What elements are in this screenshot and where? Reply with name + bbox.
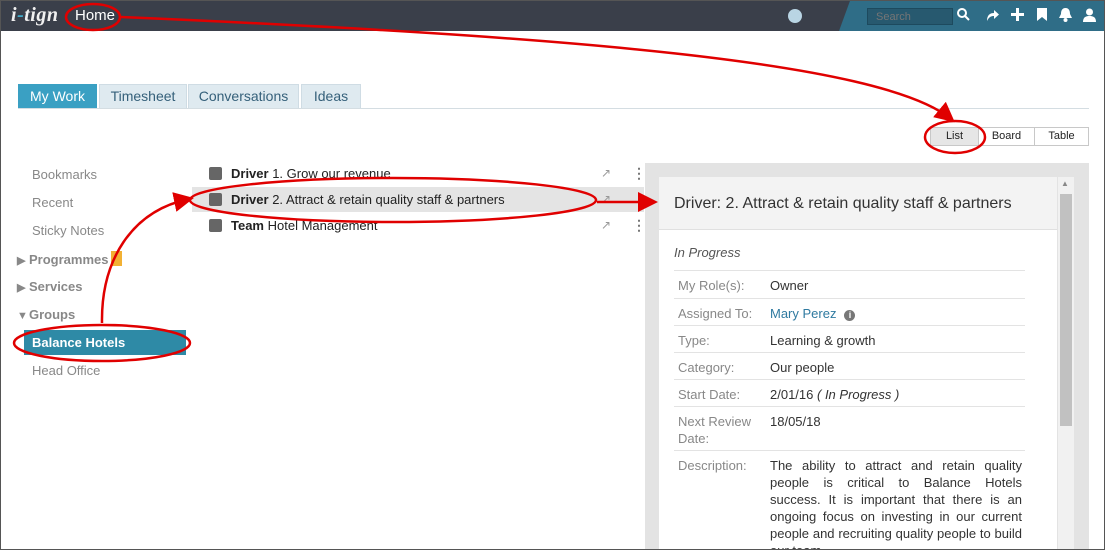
plus-icon[interactable] [1011, 8, 1024, 24]
view-board-button[interactable]: Board [978, 127, 1035, 146]
sidebar-item-sticky-notes[interactable]: Sticky Notes [32, 223, 104, 238]
assignee-link[interactable]: Mary Perez [770, 306, 836, 321]
tab-timesheet[interactable]: Timesheet [99, 84, 187, 109]
list-item[interactable]: Driver 1. Grow our revenue ↗ ⋮ [192, 161, 646, 186]
list-item[interactable]: Team Hotel Management ↗ ⋮ [192, 213, 646, 238]
item-color-icon [209, 219, 222, 232]
scroll-up-icon[interactable]: ▲ [1061, 179, 1069, 188]
app-logo[interactable]: i-tign [11, 4, 58, 27]
info-icon[interactable]: i [844, 310, 856, 321]
open-external-icon[interactable]: ↗ [601, 213, 611, 238]
sidebar-group-programmes[interactable]: ▶ Programmes [17, 251, 123, 267]
more-options-icon[interactable]: ⋮ [632, 213, 646, 238]
collapse-arrow-icon: ▼ [17, 310, 28, 322]
item-color-icon [209, 193, 222, 206]
globe-icon[interactable] [788, 9, 802, 23]
more-options-icon[interactable]: ⋮ [632, 161, 646, 186]
tab-conversations[interactable]: Conversations [188, 84, 299, 109]
view-list-button[interactable]: List [930, 127, 979, 146]
open-external-icon[interactable]: ↗ [601, 187, 611, 212]
sidebar-item-recent[interactable]: Recent [32, 195, 73, 210]
detail-row-category: Category: Our people [674, 352, 1025, 379]
item-color-icon [209, 167, 222, 180]
expand-arrow-icon: ▶ [17, 255, 26, 267]
expand-arrow-icon: ▶ [17, 282, 26, 294]
tab-ideas[interactable]: Ideas [301, 84, 361, 109]
sidebar-group-groups[interactable]: ▼Groups [17, 307, 75, 322]
top-bar: i-tign Home [1, 1, 1104, 31]
status-text: In Progress [674, 245, 741, 260]
detail-row-role: My Role(s): Owner [674, 270, 1025, 298]
view-table-button[interactable]: Table [1034, 127, 1089, 146]
bell-icon[interactable] [1059, 8, 1072, 25]
bookmark-icon[interactable] [1037, 8, 1047, 24]
share-icon[interactable] [985, 8, 999, 25]
sidebar-item-balance-hotels[interactable]: Balance Hotels [24, 330, 186, 355]
detail-row-start-date: Start Date: 2/01/16 ( In Progress ) [674, 379, 1025, 406]
detail-title: Driver: 2. Attract & retain quality staf… [674, 195, 1012, 212]
search-input[interactable] [867, 8, 953, 25]
search-icon[interactable] [957, 8, 970, 25]
detail-header: Driver: 2. Attract & retain quality staf… [659, 177, 1057, 230]
home-link[interactable]: Home [75, 7, 115, 24]
detail-row-assigned: Assigned To: Mary Perez i [674, 298, 1025, 325]
detail-row-description: Description: The ability to attract and … [674, 450, 1025, 549]
tab-my-work[interactable]: My Work [18, 84, 97, 109]
sidebar-group-services[interactable]: ▶ Services [17, 279, 83, 294]
detail-row-next-review: Next Review Date: 18/05/18 [674, 406, 1025, 450]
sidebar-item-bookmarks[interactable]: Bookmarks [32, 167, 97, 182]
sidebar-item-head-office[interactable]: Head Office [32, 363, 100, 378]
detail-row-type: Type: Learning & growth [674, 325, 1025, 352]
notification-badge [111, 251, 123, 266]
more-options-icon[interactable]: ⋮ [632, 187, 646, 212]
user-icon[interactable] [1083, 8, 1096, 25]
list-item-selected[interactable]: Driver 2. Attract & retain quality staff… [192, 187, 646, 212]
open-external-icon[interactable]: ↗ [601, 161, 611, 186]
tab-divider [18, 108, 1089, 109]
scrollbar-thumb[interactable] [1060, 194, 1072, 426]
app-window: i-tign Home My Work Timesheet Conversati… [0, 0, 1105, 550]
